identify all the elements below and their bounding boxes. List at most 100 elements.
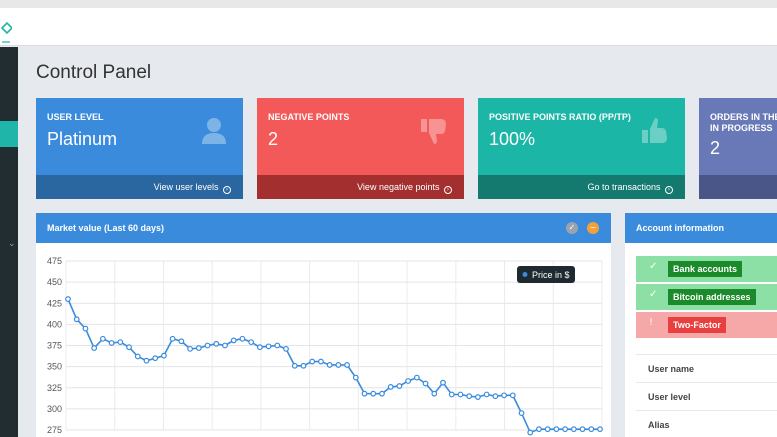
- data-point: [553, 426, 560, 433]
- data-point: [536, 426, 542, 433]
- stat-value: Platinum: [47, 129, 118, 149]
- legend-label: Price in $: [532, 270, 570, 280]
- data-point: [370, 390, 377, 397]
- data-point: [195, 345, 202, 351]
- data-point: [291, 362, 298, 369]
- collapse-icon[interactable]: −: [587, 222, 599, 234]
- sidebar-item[interactable]: [0, 93, 18, 119]
- data-point: [335, 362, 342, 368]
- data-point: [457, 391, 464, 398]
- data-point: [65, 296, 71, 302]
- data-point: [169, 335, 176, 342]
- data-point: [570, 426, 577, 433]
- data-point: [562, 426, 569, 433]
- chevron-down-icon[interactable]: ⌄: [8, 239, 16, 249]
- orders-link[interactable]: [699, 175, 777, 199]
- stat-card-orders: Orders in the in progress 2: [699, 98, 777, 199]
- view-user-levels-link[interactable]: View user levels ›: [36, 175, 243, 199]
- user-icon: [201, 117, 227, 150]
- arrow-circle-icon: ›: [444, 186, 452, 194]
- info-row-user-name: User name: [636, 354, 777, 382]
- data-point: [143, 357, 150, 364]
- data-point: [134, 353, 141, 360]
- thumbs-up-icon: [641, 117, 669, 150]
- check-icon: ✓: [649, 289, 658, 300]
- info-row-user-level: User level: [636, 382, 777, 410]
- stat-heading: User level: [47, 112, 104, 122]
- data-point: [326, 362, 333, 368]
- data-point: [99, 335, 106, 342]
- data-point: [588, 426, 595, 433]
- view-negative-points-link[interactable]: View negative points ›: [257, 175, 464, 199]
- data-point: [361, 390, 368, 397]
- account-info-panel: Account information ✓ Bank accounts ✓ Bi…: [625, 213, 777, 437]
- data-point: [73, 316, 80, 323]
- data-point: [379, 390, 385, 397]
- data-point: [91, 345, 98, 351]
- panel-title: Account information: [625, 213, 777, 243]
- stat-card-negative-points: Negative points 2 View negative points ›: [257, 98, 464, 199]
- main-content: Control Panel User level Platinum View u…: [18, 47, 777, 437]
- go-to-transactions-link[interactable]: Go to transactions ›: [478, 175, 685, 199]
- status-row-bitcoin-addresses: ✓ Bitcoin addresses: [636, 284, 777, 310]
- y-tick-label: 300: [47, 404, 62, 414]
- legend-swatch: [522, 272, 528, 277]
- status-badge[interactable]: Bitcoin addresses: [668, 289, 756, 305]
- data-point: [274, 342, 281, 349]
- stat-card-user-level: User level Platinum View user levels ›: [36, 98, 243, 199]
- y-tick-label: 475: [47, 256, 62, 266]
- data-point: [204, 342, 211, 349]
- stat-value: 2: [710, 138, 721, 158]
- data-point: [161, 352, 167, 359]
- data-point: [405, 378, 412, 384]
- data-point: [475, 394, 481, 400]
- market-value-panel: Market value (Last 60 days) ✓ − 475 450 42…: [36, 213, 611, 437]
- page-title: Control Panel: [36, 62, 152, 83]
- data-point: [527, 429, 534, 436]
- stat-heading: Positive points ratio (pp/tp): [489, 112, 631, 122]
- info-row-alias: Alias: [636, 410, 777, 437]
- y-tick-label: 375: [47, 341, 62, 351]
- market-value-chart: 475 450 425 400 375 350 325 300 275 Price in $: [47, 256, 603, 436]
- data-point: [344, 362, 350, 368]
- data-point: [448, 391, 455, 398]
- stat-value: 2: [268, 129, 279, 149]
- sidebar: ⌄: [0, 47, 18, 437]
- data-point: [152, 355, 159, 362]
- data-point: [597, 426, 603, 433]
- data-point: [422, 380, 429, 387]
- data-point: [309, 358, 316, 365]
- data-point: [579, 426, 586, 433]
- status-row-bank-accounts: ✓ Bank accounts: [636, 256, 777, 282]
- y-tick-label: 425: [47, 298, 62, 308]
- status-badge[interactable]: Bank accounts: [668, 261, 743, 277]
- data-point: [283, 345, 289, 352]
- sidebar-item-active[interactable]: [0, 121, 18, 147]
- check-icon[interactable]: ✓: [566, 222, 578, 234]
- data-point: [387, 384, 394, 390]
- data-point: [300, 362, 307, 369]
- data-point: [483, 391, 490, 398]
- sidebar-item[interactable]: [0, 47, 18, 73]
- data-point: [318, 358, 324, 365]
- data-point: [117, 339, 124, 346]
- warning-icon: !: [649, 317, 654, 328]
- status-row-two-factor: ! Two-Factor: [636, 312, 777, 338]
- logo-icon[interactable]: [0, 8, 14, 46]
- data-point: [518, 410, 525, 417]
- data-point: [248, 339, 255, 346]
- thumbs-down-icon: [420, 117, 448, 150]
- data-point: [544, 426, 551, 433]
- y-tick-label: 400: [47, 319, 62, 329]
- data-point: [352, 374, 359, 381]
- data-point: [82, 325, 89, 332]
- data-point: [501, 392, 507, 399]
- data-point: [265, 343, 272, 350]
- top-navbar: [0, 8, 777, 46]
- y-tick-label: 350: [47, 362, 62, 372]
- data-point: [431, 390, 438, 397]
- data-point: [187, 345, 193, 352]
- stat-value: 100%: [489, 129, 536, 149]
- y-tick-label: 275: [47, 425, 62, 435]
- status-badge[interactable]: Two-Factor: [668, 317, 726, 333]
